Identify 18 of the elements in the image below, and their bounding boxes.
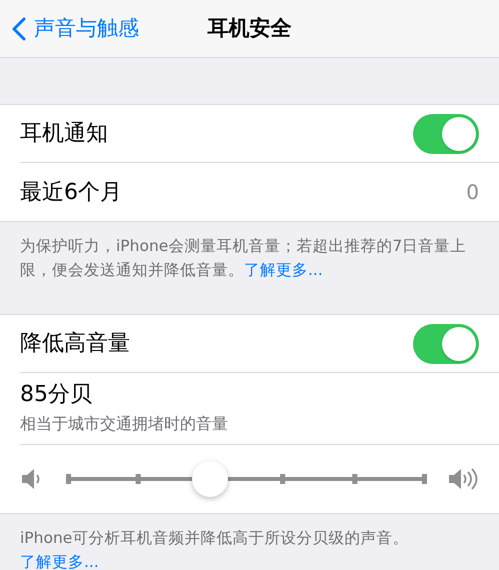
row-label: 85分贝	[20, 380, 93, 408]
footer-text: 为保护听力，iPhone会测量耳机音量；若超出推荐的7日音量上限，便会发送通知并降低音量。了解更多...	[19, 236, 468, 281]
page-title: 耳机安全	[208, 14, 292, 42]
footer-text: iPhone可分析耳机音频并降低高于所设分贝级的声音。 了解更多...	[19, 528, 410, 570]
learn-more-link[interactable]: 了解更多...	[20, 553, 99, 570]
slider-thumb[interactable]	[192, 461, 228, 497]
slider-track[interactable]	[66, 461, 427, 497]
toggle-switch[interactable]	[413, 114, 479, 154]
toggle-switch[interactable]	[413, 324, 479, 364]
row-label: 耳机通知	[20, 120, 108, 148]
back-chevron-icon	[12, 16, 26, 40]
back-button[interactable]: 声音与触感	[12, 0, 139, 57]
volume-high-icon	[447, 467, 479, 491]
row-subtitle: 相当于城市交通拥堵时的音量	[20, 413, 229, 436]
row-value: 0	[466, 179, 479, 206]
row-label: 最近6个月	[20, 178, 122, 206]
row-label: 降低高音量	[20, 330, 130, 358]
learn-more-link[interactable]: 了解更多...	[244, 261, 323, 279]
